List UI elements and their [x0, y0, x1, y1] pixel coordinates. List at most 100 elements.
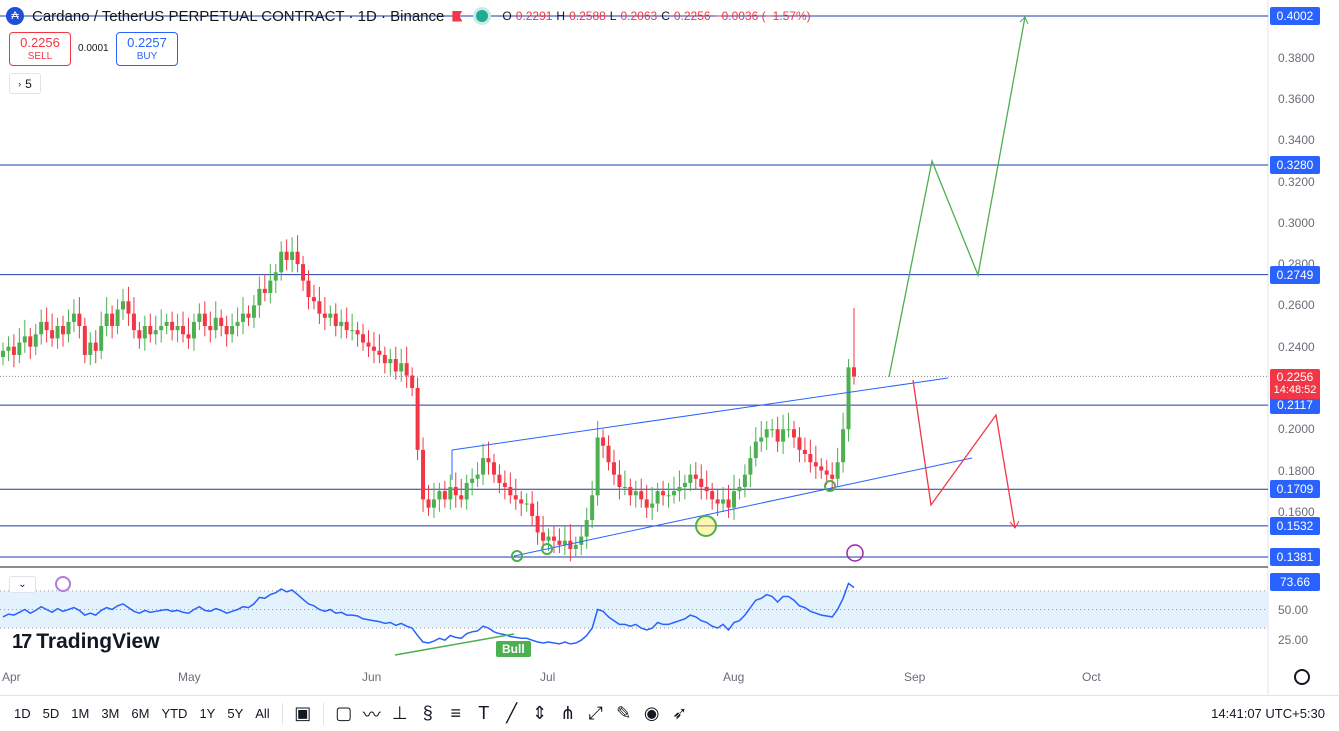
- settings-gear-icon[interactable]: [1294, 669, 1310, 685]
- candle-body: [361, 334, 366, 343]
- rsi-settings-icon[interactable]: [55, 576, 71, 592]
- date-range-icon[interactable]: ▣: [289, 700, 317, 728]
- interval-toggle[interactable]: › 5: [9, 73, 41, 94]
- channel-lower-line: [513, 457, 973, 557]
- toolbar-divider: [281, 702, 283, 725]
- price-tick: 0.2000: [1278, 422, 1315, 437]
- candle-body: [399, 363, 404, 372]
- candle-body: [791, 429, 796, 438]
- candle-body: [39, 321, 44, 335]
- time-tick: Oct: [1082, 670, 1101, 684]
- candle-body: [61, 326, 66, 335]
- time-tick: May: [178, 670, 201, 684]
- range-button-ytd[interactable]: YTD: [155, 706, 193, 721]
- candle-body: [737, 487, 742, 492]
- price-tick: 0.2600: [1278, 298, 1315, 313]
- trend-line-icon[interactable]: ╱: [498, 700, 526, 728]
- flag-icon[interactable]: [452, 10, 463, 22]
- time-tick: Jul: [540, 670, 556, 684]
- candle-body: [459, 495, 464, 500]
- short-position-icon[interactable]: §: [414, 700, 442, 728]
- range-button-5y[interactable]: 5Y: [221, 706, 249, 721]
- candle-body: [11, 346, 16, 355]
- range-button-3m[interactable]: 3M: [95, 706, 125, 721]
- candle-body: [333, 313, 338, 327]
- price-tick: 0.3600: [1278, 91, 1315, 106]
- clock-readout[interactable]: 14:41:07 UTC+5:30: [1211, 706, 1325, 721]
- pitchfork-icon[interactable]: ⋔: [554, 700, 582, 728]
- ohlc-readout: O 0.2291 H 0.2588 L 0.2063 C 0.2256 −0.0036 …: [502, 9, 811, 23]
- candle-body: [328, 313, 333, 318]
- rsi-tick-25: 25.00: [1278, 633, 1309, 647]
- candle-body: [33, 334, 38, 347]
- candle-body: [115, 309, 120, 327]
- candle-body: [246, 313, 251, 318]
- candle-body: [502, 482, 507, 488]
- brush-tool-icon[interactable]: ✎: [610, 700, 638, 728]
- time-tick: Jun: [362, 670, 382, 684]
- range-button-all[interactable]: All: [249, 706, 275, 721]
- rsi-tick-50: 50.00: [1278, 603, 1309, 617]
- candle-body: [671, 491, 676, 496]
- candle-body: [311, 297, 316, 302]
- bottom-toolbar: 1D 5D 1M 3M 6M YTD 1Y 5Y All ▣ ▢ 〰 ⊥ § ≡ T ╱ ⇕ ⋔…: [0, 695, 1339, 731]
- candle-body: [137, 330, 142, 339]
- candle-body: [410, 375, 415, 388]
- rsi-value-tag: 73.66: [1270, 573, 1320, 591]
- candle-body: [611, 462, 616, 475]
- range-button-1y[interactable]: 1Y: [193, 706, 221, 721]
- candle-body: [295, 251, 300, 265]
- price-tick: 0.3800: [1278, 50, 1315, 65]
- candle-body: [846, 367, 851, 430]
- pane-collapse-button[interactable]: ⌄: [9, 576, 36, 593]
- candle-body: [519, 499, 524, 504]
- candle-body: [731, 491, 736, 508]
- pattern-tool-icon[interactable]: 〰: [358, 700, 386, 728]
- time-tick: Sep: [904, 670, 926, 684]
- chart-canvas[interactable]: [0, 0, 1339, 731]
- candle-body: [99, 326, 104, 351]
- pivot-circle-marker: [695, 515, 717, 537]
- event-flash-icon: [846, 544, 864, 562]
- buy-button[interactable]: 0.2257 BUY: [116, 32, 178, 66]
- candle-body: [464, 482, 469, 500]
- candle-body: [55, 326, 60, 339]
- range-button-1d[interactable]: 1D: [8, 706, 37, 721]
- chevron-down-icon: ⌄: [18, 579, 27, 590]
- range-button-6m[interactable]: 6M: [125, 706, 155, 721]
- candle-body: [110, 313, 115, 327]
- sell-button[interactable]: 0.2256 SELL: [9, 32, 71, 66]
- candle-body: [802, 449, 807, 455]
- candle-body: [175, 326, 180, 331]
- toolbar-divider: [322, 702, 324, 725]
- candle-body: [442, 491, 447, 500]
- rectangle-tool-icon[interactable]: ▢: [330, 700, 358, 728]
- fib-tool-icon[interactable]: ≡: [442, 700, 470, 728]
- range-button-1m[interactable]: 1M: [65, 706, 95, 721]
- symbol-title[interactable]: Cardano / TetherUS PERPETUAL CONTRACT · …: [32, 8, 444, 25]
- bull-divergence-label: Bull: [496, 641, 531, 657]
- text-tool-icon[interactable]: T: [470, 700, 498, 728]
- price-tick: 0.3400: [1278, 133, 1315, 148]
- candle-body: [77, 313, 82, 327]
- candle-body: [819, 466, 824, 471]
- channel-upper-line: [451, 377, 949, 451]
- candle-body: [644, 499, 649, 508]
- candle-body: [557, 540, 562, 545]
- tradingview-logo[interactable]: 17 TradingView: [12, 630, 160, 654]
- candle-body: [306, 280, 311, 298]
- candle-body: [404, 363, 409, 376]
- candle-body: [317, 301, 322, 314]
- level-tag: 0.4002: [1270, 7, 1320, 25]
- candle-body: [153, 330, 158, 335]
- candle-body: [781, 429, 786, 442]
- eye-icon[interactable]: ◉: [638, 700, 666, 728]
- level-tag: 0.1532: [1270, 516, 1320, 535]
- node-path-icon[interactable]: ⤢: [582, 700, 610, 728]
- arrow-tool-icon[interactable]: ➶: [666, 700, 694, 728]
- candle-body: [770, 429, 775, 431]
- candle-body: [622, 487, 627, 489]
- long-position-icon[interactable]: ⊥: [386, 700, 414, 728]
- range-button-5d[interactable]: 5D: [37, 706, 66, 721]
- price-range-icon[interactable]: ⇕: [526, 700, 554, 728]
